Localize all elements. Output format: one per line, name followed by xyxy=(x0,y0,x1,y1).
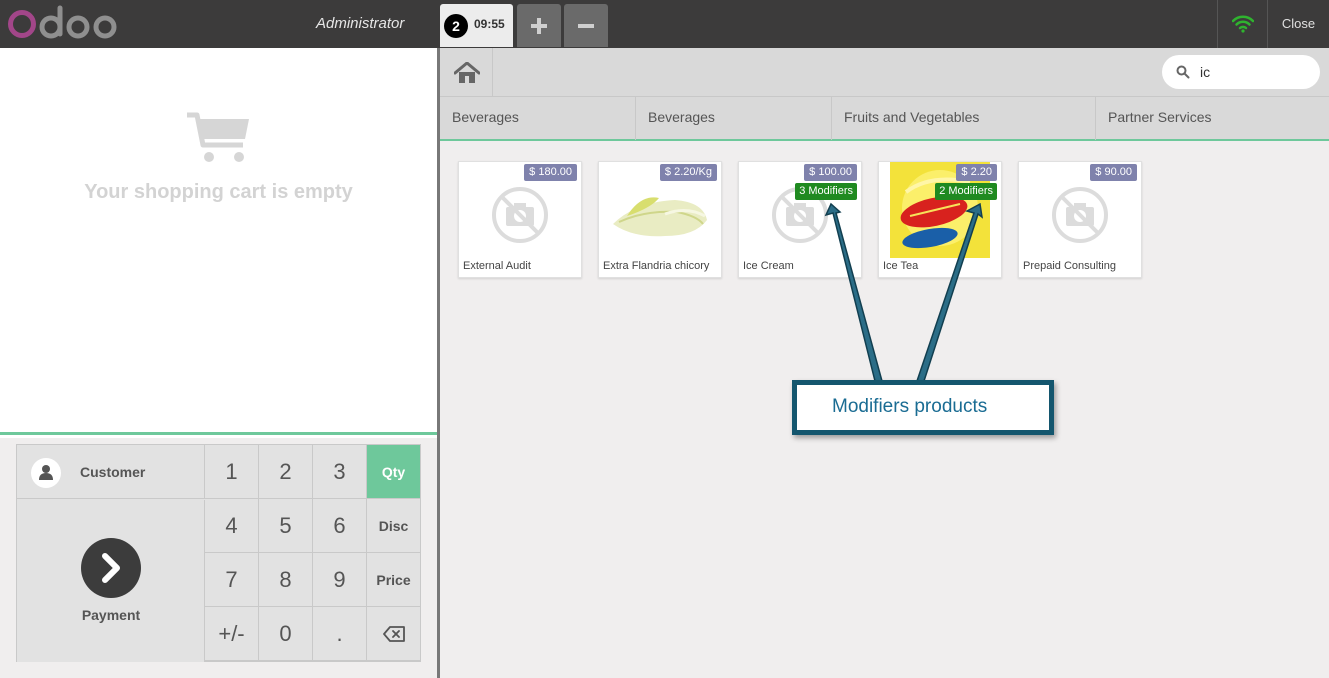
add-order-button[interactable] xyxy=(517,4,561,47)
numpad-key-5[interactable]: 5 xyxy=(259,499,313,553)
mode-price-button[interactable]: Price xyxy=(367,553,421,607)
price-tag: $ 90.00 xyxy=(1090,164,1137,181)
plus-icon xyxy=(531,18,547,34)
remove-order-button[interactable] xyxy=(564,4,608,47)
search-box[interactable] xyxy=(1162,55,1320,89)
numpad-key-plus-minus[interactable]: +/- xyxy=(205,607,259,661)
mode-qty-button[interactable]: Qty xyxy=(367,445,421,499)
annotation-arrows xyxy=(824,202,984,382)
wifi-icon xyxy=(1232,15,1254,33)
control-area: Customer Payment 1 2 3 Qty 4 5 6 Disc 7 … xyxy=(0,438,437,678)
price-tag: $ 2.20 xyxy=(956,164,997,181)
product-name: Ice Cream xyxy=(743,260,794,272)
price-tag: $ 2.20/Kg xyxy=(659,164,717,181)
numpad-key-0[interactable]: 0 xyxy=(259,607,313,661)
numpad-key-7[interactable]: 7 xyxy=(205,553,259,607)
customer-button[interactable]: Customer xyxy=(17,445,205,499)
modifiers-badge: 2 Modifiers xyxy=(935,183,997,200)
search-icon xyxy=(1176,65,1190,79)
numpad-key-6[interactable]: 6 xyxy=(313,499,367,553)
chevron-right-icon xyxy=(102,553,120,583)
category-fruits-and-vegetables[interactable]: Fruits and Vegetables xyxy=(832,97,1096,140)
product-card-prepaid-consulting[interactable]: $ 90.00 Prepaid Consulting xyxy=(1018,161,1142,278)
annotation-text: Modifiers products xyxy=(832,396,988,417)
price-tag: $ 100.00 xyxy=(804,164,857,181)
numpad-key-3[interactable]: 3 xyxy=(313,445,367,499)
order-pane: Your shopping cart is empty Customer Pay… xyxy=(0,48,437,678)
category-beverages[interactable]: Beverages xyxy=(440,97,636,140)
payment-button[interactable]: Payment xyxy=(17,500,205,662)
no-image-icon xyxy=(1052,187,1108,243)
avatar xyxy=(31,458,61,488)
home-icon xyxy=(454,62,480,83)
numpad-panel: Customer Payment 1 2 3 Qty 4 5 6 Disc 7 … xyxy=(16,444,421,662)
modifiers-badge: 3 Modifiers xyxy=(795,183,857,200)
product-card-ice-cream[interactable]: $ 100.00 3 Modifiers Ice Cream xyxy=(738,161,862,278)
product-header: Beverages Beverages Fruits and Vegetable… xyxy=(440,48,1329,141)
product-card-ice-tea[interactable]: $ 2.20 2 Modifiers Ice Tea xyxy=(878,161,1002,278)
category-list: Beverages Beverages Fruits and Vegetable… xyxy=(440,96,1329,140)
order-container: Your shopping cart is empty xyxy=(0,48,437,435)
product-card-extra-flandria-chicory[interactable]: $ 2.20/Kg Extra Flandria chicory xyxy=(598,161,722,278)
category-beverages-2[interactable]: Beverages xyxy=(636,97,832,140)
no-image-icon xyxy=(492,187,548,243)
order-time: 09:55 xyxy=(474,17,505,31)
category-partner-services[interactable]: Partner Services xyxy=(1096,97,1329,140)
product-card-external-audit[interactable]: $ 180.00 External Audit xyxy=(458,161,582,278)
backspace-icon xyxy=(382,626,405,642)
numpad-key-4[interactable]: 4 xyxy=(205,499,259,553)
mode-disc-button[interactable]: Disc xyxy=(367,499,421,553)
order-tab[interactable]: 2 09:55 xyxy=(440,4,513,47)
product-name: Extra Flandria chicory xyxy=(603,260,710,272)
order-number-badge: 2 xyxy=(444,14,468,38)
numpad-key-8[interactable]: 8 xyxy=(259,553,313,607)
connection-status[interactable] xyxy=(1217,0,1267,48)
odoo-logo xyxy=(8,5,117,39)
close-button[interactable]: Close xyxy=(1267,0,1329,48)
payment-circle xyxy=(81,538,141,598)
product-name: Prepaid Consulting xyxy=(1023,260,1116,272)
chicory-image xyxy=(613,197,707,237)
numpad-key-2[interactable]: 2 xyxy=(259,445,313,499)
shopping-cart-icon xyxy=(187,112,249,162)
annotation-callout: Modifiers products xyxy=(792,380,1054,435)
numpad-key-9[interactable]: 9 xyxy=(313,553,367,607)
minus-icon xyxy=(578,24,594,28)
numpad-key-1[interactable]: 1 xyxy=(205,445,259,499)
empty-cart-message: Your shopping cart is empty xyxy=(84,181,353,203)
product-name: External Audit xyxy=(463,260,531,272)
backspace-button[interactable] xyxy=(367,607,421,661)
payment-label: Payment xyxy=(81,607,141,623)
price-tag: $ 180.00 xyxy=(524,164,577,181)
user-name[interactable]: Administrator xyxy=(316,15,404,32)
home-button[interactable] xyxy=(440,48,493,96)
product-name: Ice Tea xyxy=(883,260,919,272)
product-screen: Beverages Beverages Fruits and Vegetable… xyxy=(437,48,1329,678)
search-input[interactable] xyxy=(1200,62,1310,82)
top-bar: Administrator 2 09:55 Close xyxy=(0,0,1329,48)
numpad-key-dot[interactable]: . xyxy=(313,607,367,661)
customer-label: Customer xyxy=(80,464,146,480)
user-icon xyxy=(39,465,53,480)
